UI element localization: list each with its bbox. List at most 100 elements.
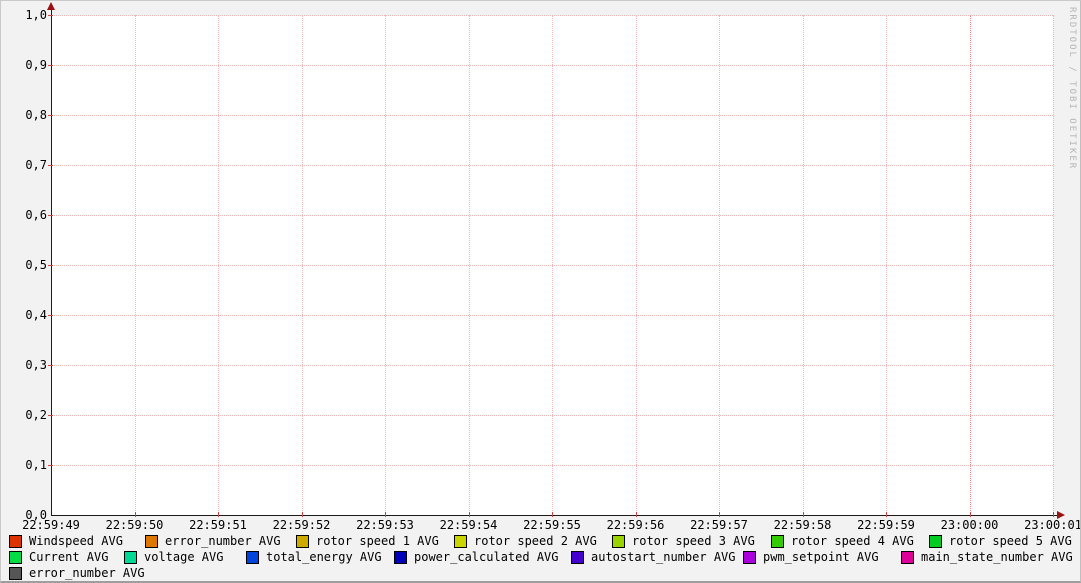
y-tick-mark [48, 315, 53, 316]
legend-label: rotor speed 3 AVG [632, 534, 755, 548]
x-tick-mark [302, 512, 303, 517]
x-tick-label: 23:00:01 [1010, 518, 1081, 532]
legend-label: rotor speed 2 AVG [474, 534, 597, 548]
legend-color-swatch [145, 535, 158, 548]
legend-item: Current AVG [9, 550, 108, 564]
x-tick-mark [636, 512, 637, 517]
x-axis [51, 515, 1059, 516]
legend-color-swatch [454, 535, 467, 548]
plot-area [51, 15, 1053, 515]
legend-label: voltage AVG [144, 550, 223, 564]
y-tick-label: 0,8 [13, 108, 47, 122]
y-tick-mark [48, 465, 53, 466]
legend-color-swatch [929, 535, 942, 548]
gridline-v [385, 15, 386, 515]
x-tick-mark [1053, 512, 1054, 517]
y-tick-label: 0,7 [13, 158, 47, 172]
y-tick-label: 1,0 [13, 8, 47, 22]
x-tick-label: 22:59:55 [509, 518, 595, 532]
legend-label: rotor speed 5 AVG [949, 534, 1072, 548]
legend-color-swatch [612, 535, 625, 548]
x-tick-label: 22:59:58 [760, 518, 846, 532]
rrdtool-graph: 1,00,90,80,70,60,50,40,30,20,10,0 22:59:… [0, 0, 1081, 583]
legend-label: rotor speed 4 AVG [791, 534, 914, 548]
gridline-v [886, 15, 887, 515]
x-tick-label: 22:59:51 [175, 518, 261, 532]
legend-color-swatch [743, 551, 756, 564]
legend-label: error_number AVG [165, 534, 281, 548]
x-tick-mark [135, 512, 136, 517]
watermark: RRDTOOL / TOBI OETIKER [1067, 7, 1077, 170]
legend-item: pwm_setpoint AVG [743, 550, 879, 564]
legend-label: pwm_setpoint AVG [763, 550, 879, 564]
gridline-v [218, 15, 219, 515]
x-tick-label: 22:59:56 [593, 518, 679, 532]
legend-item: main_state_number AVG [901, 550, 1073, 564]
y-tick-label: 0,3 [13, 358, 47, 372]
x-tick-mark [886, 512, 887, 517]
gridline-v [1053, 15, 1054, 515]
legend-label: total_energy AVG [266, 550, 382, 564]
legend-color-swatch [9, 535, 22, 548]
x-tick-mark [218, 512, 219, 517]
gridline-v [552, 15, 553, 515]
y-tick-mark [48, 115, 53, 116]
x-tick-label: 22:59:57 [676, 518, 762, 532]
y-tick-label: 0,1 [13, 458, 47, 472]
x-tick-mark [385, 512, 386, 517]
x-tick-mark [552, 512, 553, 517]
legend-item: Windspeed AVG [9, 534, 123, 548]
x-tick-mark [469, 512, 470, 517]
gridline-v [636, 15, 637, 515]
legend-color-swatch [296, 535, 309, 548]
legend-item: rotor speed 4 AVG [771, 534, 914, 548]
legend-color-swatch [124, 551, 137, 564]
legend-color-swatch [9, 551, 22, 564]
legend-item: power_calculated AVG [394, 550, 559, 564]
legend-label: error_number AVG [29, 566, 145, 580]
x-tick-label: 22:59:54 [426, 518, 512, 532]
y-tick-label: 0,9 [13, 58, 47, 72]
legend-color-swatch [246, 551, 259, 564]
legend-label: Windspeed AVG [29, 534, 123, 548]
legend-item: error_number AVG [145, 534, 281, 548]
x-tick-mark [970, 512, 971, 517]
legend-label: autostart_number AVG [591, 550, 736, 564]
gridline-v [135, 15, 136, 515]
legend-color-swatch [901, 551, 914, 564]
x-tick-mark [803, 512, 804, 517]
legend-color-swatch [9, 567, 22, 580]
legend-item: rotor speed 5 AVG [929, 534, 1072, 548]
legend-item: autostart_number AVG [571, 550, 736, 564]
y-tick-label: 0,4 [13, 308, 47, 322]
legend-label: Current AVG [29, 550, 108, 564]
x-tick-label: 22:59:52 [259, 518, 345, 532]
legend-item: rotor speed 1 AVG [296, 534, 439, 548]
x-tick-mark [719, 512, 720, 517]
y-tick-mark [48, 265, 53, 266]
x-tick-label: 22:59:50 [92, 518, 178, 532]
legend-label: rotor speed 1 AVG [316, 534, 439, 548]
legend-label: main_state_number AVG [921, 550, 1073, 564]
y-tick-mark [48, 15, 53, 16]
y-axis-arrow-icon [47, 2, 55, 10]
y-tick-mark [48, 215, 53, 216]
y-tick-mark [48, 165, 53, 166]
gridline-v [803, 15, 804, 515]
legend-item: rotor speed 2 AVG [454, 534, 597, 548]
y-tick-mark [48, 415, 53, 416]
y-tick-label: 0,6 [13, 208, 47, 222]
x-tick-label: 22:59:59 [843, 518, 929, 532]
y-tick-mark [48, 365, 53, 366]
x-tick-label: 22:59:53 [342, 518, 428, 532]
legend-color-swatch [771, 535, 784, 548]
x-tick-label: 23:00:00 [927, 518, 1013, 532]
legend-item: error_number AVG [9, 566, 145, 580]
legend-item: rotor speed 3 AVG [612, 534, 755, 548]
y-tick-label: 0,2 [13, 408, 47, 422]
y-tick-label: 0,5 [13, 258, 47, 272]
gridline-v [719, 15, 720, 515]
legend-item: total_energy AVG [246, 550, 382, 564]
legend-color-swatch [571, 551, 584, 564]
y-axis [51, 7, 52, 516]
